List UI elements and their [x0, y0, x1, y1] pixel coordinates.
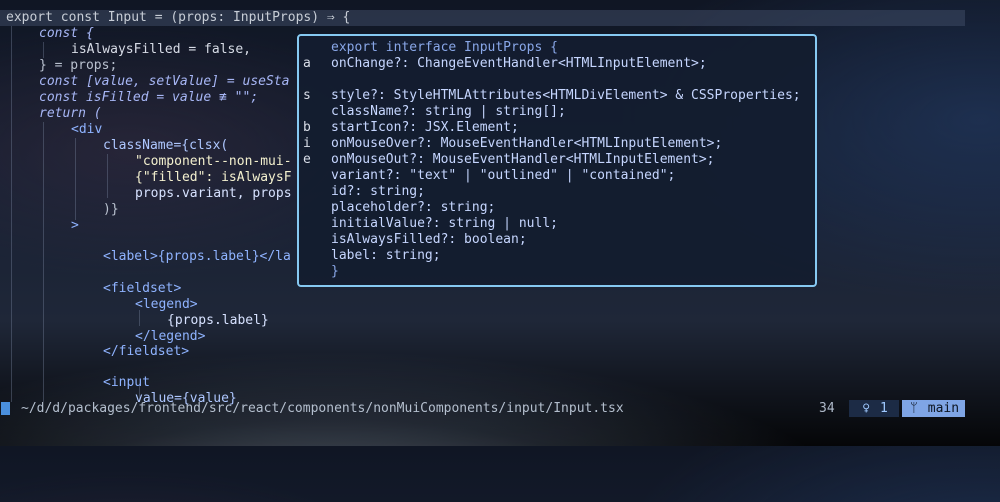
lsp-status[interactable]: ♀ 1: [849, 400, 899, 417]
popup-line[interactable]: i onMouseOver?: MouseEventHandler<HTMLInp…: [303, 136, 722, 152]
code-text: )}: [103, 202, 119, 217]
popup-code-text: onChange?: ChangeEventHandler<HTMLInputE…: [331, 56, 707, 71]
code-text: } = props;: [39, 58, 118, 73]
hint-key: s: [303, 88, 311, 103]
popup-line[interactable]: label: string;: [303, 248, 441, 264]
popup-code-text: export interface InputProps {: [331, 40, 558, 55]
code-text: <legend>: [135, 297, 198, 312]
popup-line[interactable]: s style?: StyleHTMLAttributes<HTMLDivElem…: [303, 88, 801, 104]
indent-guide-5: [107, 154, 108, 198]
popup-code-text: startIcon?: JSX.Element;: [331, 120, 519, 135]
code-text: </fieldset>: [103, 344, 190, 359]
hint-key: i: [303, 136, 311, 151]
code-line[interactable]: </legend>: [135, 329, 205, 345]
code-text: <input: [103, 375, 150, 390]
code-text: {props.label}: [167, 313, 269, 328]
code-line[interactable]: <div: [71, 122, 102, 138]
mode-indicator: [1, 402, 10, 415]
code-line[interactable]: props.variant, props: [135, 186, 292, 202]
code-text: const {: [39, 26, 94, 41]
code-text: return (: [39, 106, 102, 121]
code-line[interactable]: {props.label}: [167, 313, 269, 329]
code-text: {"filled": isAlwaysF: [135, 170, 292, 185]
popup-code-text: label: string;: [331, 248, 441, 263]
code-text: const isFilled = value ≢ "";: [39, 90, 259, 105]
code-text: >: [71, 218, 79, 233]
popup-line[interactable]: [303, 72, 331, 88]
popup-code-text: style?: StyleHTMLAttributes<HTMLDivEleme…: [331, 88, 801, 103]
code-line[interactable]: const isFilled = value ≢ "";: [39, 90, 258, 106]
code-text: export const Input = (props: InputProps)…: [6, 10, 351, 25]
indent-guide-1: [11, 26, 12, 402]
code-text: <label>{props.label}</la: [103, 249, 291, 264]
lsp-count: 1: [880, 401, 888, 416]
popup-code-text: }: [331, 264, 339, 279]
git-branch-icon: ᛘ: [910, 401, 918, 416]
indent-guide-2: [43, 42, 44, 58]
code-line[interactable]: "component--non-mui-: [135, 154, 292, 170]
code-text: className={clsx(: [103, 138, 229, 153]
indent-guide-4: [75, 138, 76, 220]
code-line[interactable]: <legend>: [135, 297, 198, 313]
code-line[interactable]: <fieldset>: [103, 281, 181, 297]
line-number: 34: [819, 401, 835, 416]
code-text: "component--non-mui-: [135, 154, 292, 169]
code-line[interactable]: </fieldset>: [103, 344, 189, 360]
status-bar: ~/d/d/packages/frontend/src/react/compon…: [0, 400, 1000, 417]
code-line[interactable]: const {: [39, 26, 94, 42]
code-text: const [value, setValue] = useSta: [39, 74, 290, 89]
type-hover-popup[interactable]: export interface InputProps { a onChange?…: [297, 34, 817, 287]
popup-line[interactable]: className?: string | string[];: [303, 104, 566, 120]
branch-name: main: [927, 401, 960, 416]
popup-line[interactable]: export interface InputProps {: [303, 40, 558, 56]
popup-line[interactable]: isAlwaysFilled?: boolean;: [303, 232, 527, 248]
code-line[interactable]: className={clsx(: [103, 138, 228, 154]
popup-code-text: onMouseOut?: MouseEventHandler<HTMLInput…: [331, 152, 715, 167]
popup-code-text: id?: string;: [331, 184, 425, 199]
popup-code-text: onMouseOver?: MouseEventHandler<HTMLInpu…: [331, 136, 723, 151]
popup-code-text: variant?: "text" | "outlined" | "contain…: [331, 168, 676, 183]
popup-code-text: placeholder?: string;: [331, 200, 496, 215]
code-line[interactable]: isAlwaysFilled = false,: [71, 42, 251, 58]
lightbulb-icon: ♀: [862, 401, 871, 416]
code-line[interactable]: export const Input = (props: InputProps)…: [6, 10, 350, 26]
code-line[interactable]: return (: [39, 106, 102, 122]
hint-key: e: [303, 152, 311, 167]
code-line[interactable]: } = props;: [39, 58, 117, 74]
code-text: isAlwaysFilled = false,: [71, 42, 252, 57]
code-line[interactable]: >: [71, 218, 79, 234]
file-path[interactable]: ~/d/d/packages/frontend/src/react/compon…: [21, 400, 624, 417]
code-line[interactable]: <label>{props.label}</la: [103, 249, 291, 265]
popup-code-text: className?: string | string[];: [331, 104, 566, 119]
popup-line[interactable]: variant?: "text" | "outlined" | "contain…: [303, 168, 675, 184]
git-branch[interactable]: ᛘ main: [902, 400, 965, 417]
popup-code-text: initialValue?: string | null;: [331, 216, 558, 231]
popup-code-text: isAlwaysFilled?: boolean;: [331, 232, 527, 247]
popup-line[interactable]: b startIcon?: JSX.Element;: [303, 120, 519, 136]
code-text: <fieldset>: [103, 281, 182, 296]
code-line[interactable]: const [value, setValue] = useSta: [39, 74, 289, 90]
hint-key: b: [303, 120, 311, 135]
popup-line[interactable]: initialValue?: string | null;: [303, 216, 558, 232]
popup-line[interactable]: e onMouseOut?: MouseEventHandler<HTMLInpu…: [303, 152, 715, 168]
code-text: props.variant, props: [135, 186, 292, 201]
popup-line[interactable]: a onChange?: ChangeEventHandler<HTMLInput…: [303, 56, 707, 72]
code-text: </legend>: [135, 329, 206, 344]
popup-line[interactable]: id?: string;: [303, 184, 425, 200]
popup-line[interactable]: }: [303, 264, 339, 280]
code-line[interactable]: {"filled": isAlwaysF: [135, 170, 292, 186]
indent-guide-3: [43, 122, 44, 402]
hint-key: a: [303, 56, 311, 71]
popup-line[interactable]: placeholder?: string;: [303, 200, 495, 216]
code-text: <div: [71, 122, 103, 137]
code-line[interactable]: )}: [103, 202, 119, 218]
code-line[interactable]: <input: [103, 375, 150, 391]
